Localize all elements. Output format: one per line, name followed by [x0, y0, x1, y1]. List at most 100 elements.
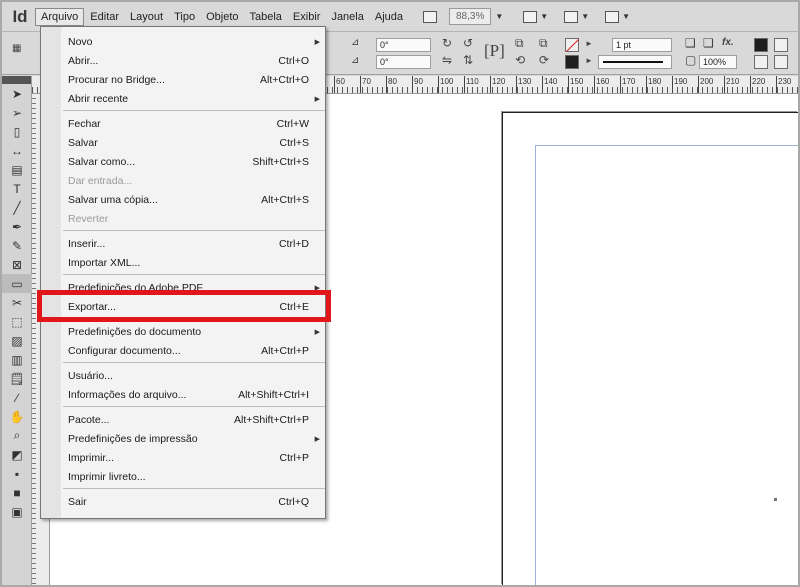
zoom-field[interactable]: 88,3%	[449, 8, 492, 25]
select-next-icon[interactable]: ⟳	[539, 53, 549, 67]
direct-selection-tool-icon[interactable]: ➢	[2, 103, 32, 122]
fill-dropdown-icon[interactable]: ►	[585, 39, 593, 48]
shear-field[interactable]: 0°	[376, 55, 431, 69]
screen-mode-tool-icon[interactable]: ▣	[2, 502, 32, 521]
menu-item-label: Inserir...	[68, 237, 106, 250]
panel-menu-icon[interactable]	[774, 38, 788, 52]
menu-item-salvar-uma-cópia[interactable]: Salvar uma cópia... Alt+Ctrl+S	[41, 190, 327, 209]
scissors-tool-icon[interactable]: ✂	[2, 293, 32, 312]
drop-shadow-icon[interactable]: ❑	[685, 36, 696, 50]
ruler-major-tick	[724, 76, 725, 93]
flip-vertical-icon[interactable]: ⇅	[463, 53, 473, 67]
select-content-icon[interactable]: ⧉	[539, 36, 548, 51]
menu-item-salvar[interactable]: Salvar Ctrl+S	[41, 133, 327, 152]
gradient-feather-tool-icon[interactable]: ▥	[2, 350, 32, 369]
fill-stroke-icon[interactable]: ◩	[2, 445, 32, 464]
menu-objeto[interactable]: Objeto	[201, 9, 243, 25]
menu-tabela[interactable]: Tabela	[245, 9, 287, 25]
menu-item-configurar-documento[interactable]: Configurar documento... Alt+Ctrl+P	[41, 341, 327, 360]
rectangle-frame-tool-icon[interactable]: ⊠	[2, 255, 32, 274]
menu-item-label: Informações do arquivo...	[68, 388, 187, 401]
menu-item-importar-xml[interactable]: Importar XML...	[41, 253, 327, 272]
stroke-swatch-icon[interactable]	[565, 55, 579, 69]
opacity-field[interactable]: 100%	[699, 55, 737, 69]
select-container-icon[interactable]: ⧉	[515, 36, 524, 51]
menu-ajuda[interactable]: Ajuda	[370, 9, 408, 25]
eyedropper-tool-icon[interactable]: ⁄	[2, 388, 32, 407]
menu-item-pacote[interactable]: Pacote... Alt+Shift+Ctrl+P	[41, 410, 327, 429]
ruler-major-tick	[568, 76, 569, 93]
app-logo: Id	[12, 6, 28, 26]
menu-item-imprimir[interactable]: Imprimir... Ctrl+P	[41, 448, 327, 467]
zoom-tool-icon[interactable]: ⌕	[2, 426, 32, 445]
selection-tool-icon[interactable]: ➤	[2, 84, 32, 103]
content-collector-icon[interactable]: ▤	[2, 160, 32, 179]
stroke-type-field[interactable]	[598, 55, 672, 69]
stroke-weight-field[interactable]: 1 pt	[612, 38, 672, 52]
rotate-ccw-icon[interactable]: ↺	[463, 36, 473, 50]
rotation-field[interactable]: 0°	[376, 38, 431, 52]
menubar-right: 88,3% ▼ ▼ ▼ ▼	[419, 7, 642, 27]
gap-tool-icon[interactable]: ↔	[2, 141, 32, 160]
note-tool-icon[interactable]: 🗒	[2, 369, 32, 388]
menu-item-salvar-como[interactable]: Salvar como... Shift+Ctrl+S	[41, 152, 327, 171]
bridge-icon[interactable]	[419, 7, 441, 27]
type-tool-icon[interactable]: T	[2, 179, 32, 198]
menu-item-label: Procurar no Bridge...	[68, 73, 165, 86]
menu-editar[interactable]: Editar	[85, 9, 124, 25]
menu-item-predefinições-do-documento[interactable]: Predefinições do documento ▶	[41, 322, 327, 341]
menu-item-novo[interactable]: Novo ▶	[41, 32, 327, 51]
auto-fit-icon[interactable]	[754, 55, 768, 69]
menu-item-fechar[interactable]: Fechar Ctrl+W	[41, 114, 327, 133]
gradient-swatch-tool-icon[interactable]: ▨	[2, 331, 32, 350]
rectangle-tool-icon[interactable]: ▭	[2, 274, 32, 293]
paragraph-icon[interactable]: [P]	[484, 41, 505, 61]
zoom-dropdown-icon[interactable]: ▼	[495, 12, 503, 21]
menu-item-abrir[interactable]: Abrir... Ctrl+O	[41, 51, 327, 70]
fill-none-swatch-icon[interactable]	[565, 38, 579, 52]
menu-item-informações-do-arquivo[interactable]: Informações do arquivo... Alt+Shift+Ctrl+…	[41, 385, 327, 404]
menu-item-procurar-no-bridge[interactable]: Procurar no Bridge... Alt+Ctrl+O	[41, 70, 327, 89]
ruler-label: 70	[362, 77, 371, 86]
apply-color-icon[interactable]: ■	[2, 483, 32, 502]
menu-item-label: Salvar como...	[68, 155, 136, 168]
free-transform-tool-icon[interactable]: ⬚	[2, 312, 32, 331]
menu-janela[interactable]: Janela	[326, 9, 368, 25]
pen-tool-icon[interactable]: ✒	[2, 217, 32, 236]
menu-item-shortcut: Alt+Shift+Ctrl+I	[238, 388, 309, 401]
menu-item-imprimir-livreto[interactable]: Imprimir livreto...	[41, 467, 327, 486]
flip-horizontal-icon[interactable]: ⇋	[442, 53, 452, 67]
menu-item-abrir-recente[interactable]: Abrir recente ▶	[41, 89, 327, 108]
menu-item-usuário[interactable]: Usuário...	[41, 366, 327, 385]
ruler-label: 160	[596, 77, 610, 86]
menu-item-sair[interactable]: Sair Ctrl+Q	[41, 492, 327, 511]
hand-tool-icon[interactable]: ✋	[2, 407, 32, 426]
line-tool-icon[interactable]: ╱	[2, 198, 32, 217]
tools-panel-header[interactable]	[2, 76, 31, 84]
ruler-major-tick	[672, 76, 673, 93]
view-options-icon[interactable]: ▼	[519, 7, 552, 27]
reference-point-icon[interactable]: ▦	[12, 43, 21, 54]
ruler-major-tick	[750, 76, 751, 93]
menu-arquivo[interactable]: Arquivo	[35, 7, 85, 26]
fit-content-icon[interactable]	[774, 55, 788, 69]
menu-item-predefinições-de-impressão[interactable]: Predefinições de impressão ▶	[41, 429, 327, 448]
menu-exibir[interactable]: Exibir	[288, 9, 326, 25]
ruler-major-tick	[516, 76, 517, 93]
menu-item-inserir[interactable]: Inserir... Ctrl+D	[41, 234, 327, 253]
menu-item-label: Salvar	[68, 136, 98, 149]
menu-layout[interactable]: Layout	[125, 9, 168, 25]
page-tool-icon[interactable]: ▯	[2, 122, 32, 141]
fx-icon[interactable]: fx.	[722, 37, 734, 48]
arrange-documents-icon[interactable]: ▼	[601, 7, 634, 27]
effects-opacity-icon[interactable]: ❏	[703, 36, 714, 50]
menu-separator	[63, 110, 325, 111]
rotate-cw-icon[interactable]: ↻	[442, 36, 452, 50]
formatting-affects-icon[interactable]: ▪	[2, 464, 32, 483]
stroke-dropdown-icon[interactable]: ►	[585, 56, 593, 65]
screen-mode-icon[interactable]: ▼	[560, 7, 593, 27]
menu-tipo[interactable]: Tipo	[169, 9, 200, 25]
select-previous-icon[interactable]: ⟲	[515, 53, 525, 67]
frame-fitting-icon[interactable]	[754, 38, 768, 52]
pencil-tool-icon[interactable]: ✎	[2, 236, 32, 255]
